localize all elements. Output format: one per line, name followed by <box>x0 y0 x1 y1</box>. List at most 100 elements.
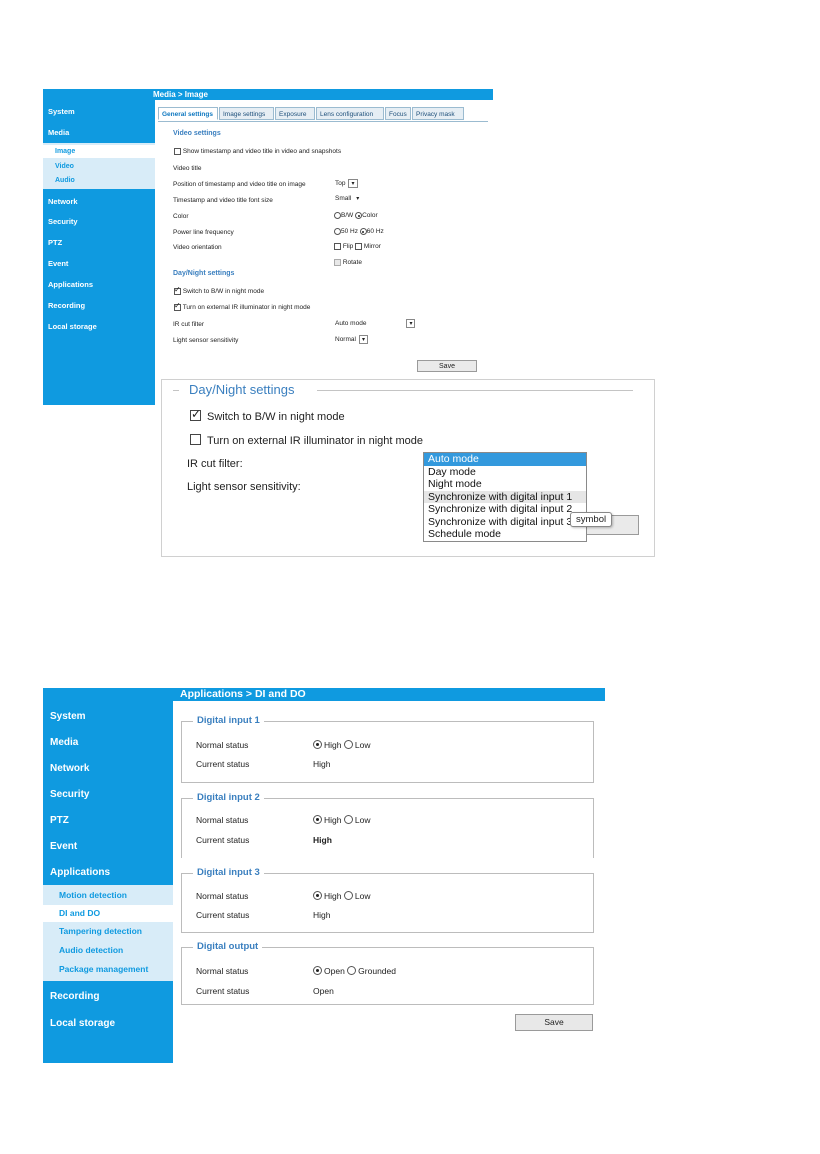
sidebar-subitem-motion-detection[interactable]: Motion detection <box>43 888 173 903</box>
sidebar-item-security[interactable]: Security <box>43 217 155 226</box>
save-button[interactable]: Save <box>417 360 477 372</box>
normal-status-label: Normal status <box>196 966 249 976</box>
sidebar-item-security[interactable]: Security <box>43 789 173 800</box>
dropdown-option-sync-di3[interactable]: Synchronize with digital input 3 <box>424 516 586 529</box>
di2-high-label: High <box>324 815 342 825</box>
freq-60-label: 60 Hz <box>366 228 384 236</box>
di1-normal-radios: High Low <box>313 740 370 750</box>
rotate-checkbox[interactable] <box>334 259 341 266</box>
tab-focus[interactable]: Focus <box>385 107 411 120</box>
ir-cut-select[interactable]: Auto mode ▾ <box>335 319 416 328</box>
section-daynight-settings: Day/Night settings <box>173 270 235 277</box>
chevron-down-icon: ▾ <box>406 319 416 328</box>
sidebar-subitem-tampering-detection[interactable]: Tampering detection <box>43 924 173 939</box>
show-timestamp-checkbox[interactable] <box>174 148 181 155</box>
sidebar-item-media[interactable]: Media <box>43 737 173 748</box>
di1-high-radio[interactable] <box>313 740 322 749</box>
sidebar-item-system[interactable]: System <box>43 107 155 116</box>
sidebar-subitem-audio-detection[interactable]: Audio detection <box>43 943 173 958</box>
tab-exposure[interactable]: Exposure <box>275 107 315 120</box>
tab-divider <box>158 121 488 122</box>
orientation-checkboxes: Flip Mirror <box>334 243 381 250</box>
zoom-turn-ir-label: Turn on external IR illuminator in night… <box>207 435 424 447</box>
color-radios: B/W Color <box>334 212 378 219</box>
di2-high-radio[interactable] <box>313 815 322 824</box>
dropdown-option-day-mode[interactable]: Day mode <box>424 466 586 479</box>
di3-low-label: Low <box>354 891 371 901</box>
turn-ir-checkbox[interactable] <box>174 301 181 311</box>
di3-high-radio[interactable] <box>313 891 322 900</box>
digital-input-3-group <box>181 873 594 933</box>
current-status-label: Current status <box>196 910 250 920</box>
sidebar-item-local-storage[interactable]: Local storage <box>43 322 155 331</box>
power-line-label: Power line frequency <box>173 229 234 236</box>
sidebar-subitem-package-management[interactable]: Package management <box>43 962 173 977</box>
di3-low-radio[interactable] <box>343 891 353 900</box>
normal-status-label: Normal status <box>196 891 249 901</box>
tab-privacy-mask[interactable]: Privacy mask <box>412 107 464 120</box>
do-grounded-radio[interactable] <box>347 966 357 975</box>
ir-cut-label: IR cut filter <box>173 321 205 328</box>
sidebar-subitem-image[interactable]: Image <box>43 145 155 158</box>
digital-input-2-legend: Digital input 2 <box>193 792 264 803</box>
ir-cut-dropdown-list[interactable]: Auto mode Day mode Night mode Synchroniz… <box>423 452 587 542</box>
tab-lens-configuration[interactable]: Lens configuration <box>316 107 384 120</box>
di2-low-label: Low <box>354 815 371 825</box>
freq-50-label: 50 Hz <box>341 228 358 236</box>
di1-high-label: High <box>324 740 342 750</box>
normal-status-label: Normal status <box>196 815 249 825</box>
freq-50-radio[interactable] <box>334 228 341 235</box>
position-select[interactable]: Top ▾ <box>335 179 358 188</box>
color-bw-radio[interactable] <box>334 212 341 219</box>
sidebar-item-network[interactable]: Network <box>43 197 155 206</box>
sidebar-item-ptz[interactable]: PTZ <box>43 815 173 826</box>
do-open-radio[interactable] <box>313 966 322 975</box>
turn-ir-label: Turn on external IR illuminator in night… <box>182 304 311 312</box>
sidebar-item-ptz[interactable]: PTZ <box>43 238 155 247</box>
applications-submenu: Motion detection DI and DO Tampering det… <box>43 885 173 981</box>
tab-image-settings[interactable]: Image settings <box>219 107 274 120</box>
sidebar-item-recording[interactable]: Recording <box>43 301 155 310</box>
color-bw-label: B/W <box>341 212 354 220</box>
switch-bw-row: Switch to B/W in night mode <box>174 285 264 295</box>
sidebar-item-media[interactable]: Media <box>43 128 155 137</box>
sidebar-item-applications[interactable]: Applications <box>43 280 155 289</box>
di1-low-radio[interactable] <box>343 740 353 749</box>
dropdown-option-sync-di1[interactable]: Synchronize with digital input 1 <box>424 490 586 503</box>
page-title: Applications > DI and DO <box>173 688 605 701</box>
save-button[interactable]: Save <box>515 1014 593 1031</box>
di3-current-status: High <box>313 910 331 920</box>
di2-low-radio[interactable] <box>343 815 353 824</box>
tab-general-settings[interactable]: General settings <box>158 107 218 120</box>
zoom-switch-bw-checkbox[interactable] <box>190 407 201 421</box>
sidebar-item-recording[interactable]: Recording <box>43 991 173 1002</box>
flip-checkbox[interactable] <box>334 243 341 250</box>
sidebar-subitem-di-and-do[interactable]: DI and DO <box>43 905 173 922</box>
normal-status-label: Normal status <box>196 740 249 750</box>
sidebar-item-applications[interactable]: Applications <box>43 867 173 878</box>
ir-cut-value: Auto mode <box>335 320 367 327</box>
rotate-row: Rotate <box>334 259 362 266</box>
dropdown-option-night-mode[interactable]: Night mode <box>424 478 586 491</box>
sidebar-item-event[interactable]: Event <box>43 841 173 852</box>
dropdown-option-auto-mode[interactable]: Auto mode <box>424 453 586 466</box>
show-timestamp-row: Show timestamp and video title in video … <box>174 148 341 155</box>
sidebar-subitem-video[interactable]: Video <box>43 160 155 173</box>
dropdown-option-schedule-mode[interactable]: Schedule mode <box>424 528 586 541</box>
freq-60-radio[interactable] <box>359 228 367 235</box>
sidebar-item-event[interactable]: Event <box>43 259 155 268</box>
power-line-radios: 50 Hz 60 Hz <box>334 228 384 235</box>
sidebar-item-local-storage[interactable]: Local storage <box>43 1018 173 1029</box>
sidebar-item-system[interactable]: System <box>43 711 173 722</box>
font-size-select[interactable]: Small ▾ <box>335 195 362 202</box>
sidebar-item-network[interactable]: Network <box>43 763 173 774</box>
zoom-turn-ir-checkbox[interactable] <box>190 434 201 445</box>
video-title-label: Video title <box>173 165 202 172</box>
light-sensor-select[interactable]: Normal ▾ <box>335 335 368 344</box>
current-status-label: Current status <box>196 986 250 996</box>
switch-bw-checkbox[interactable] <box>174 285 181 295</box>
mirror-checkbox[interactable] <box>355 243 363 250</box>
sidebar-subitem-audio[interactable]: Audio <box>43 174 155 187</box>
sidebar: System Media Network Security PTZ Event … <box>43 688 173 1063</box>
dropdown-option-sync-di2[interactable]: Synchronize with digital input 2 <box>424 503 586 516</box>
